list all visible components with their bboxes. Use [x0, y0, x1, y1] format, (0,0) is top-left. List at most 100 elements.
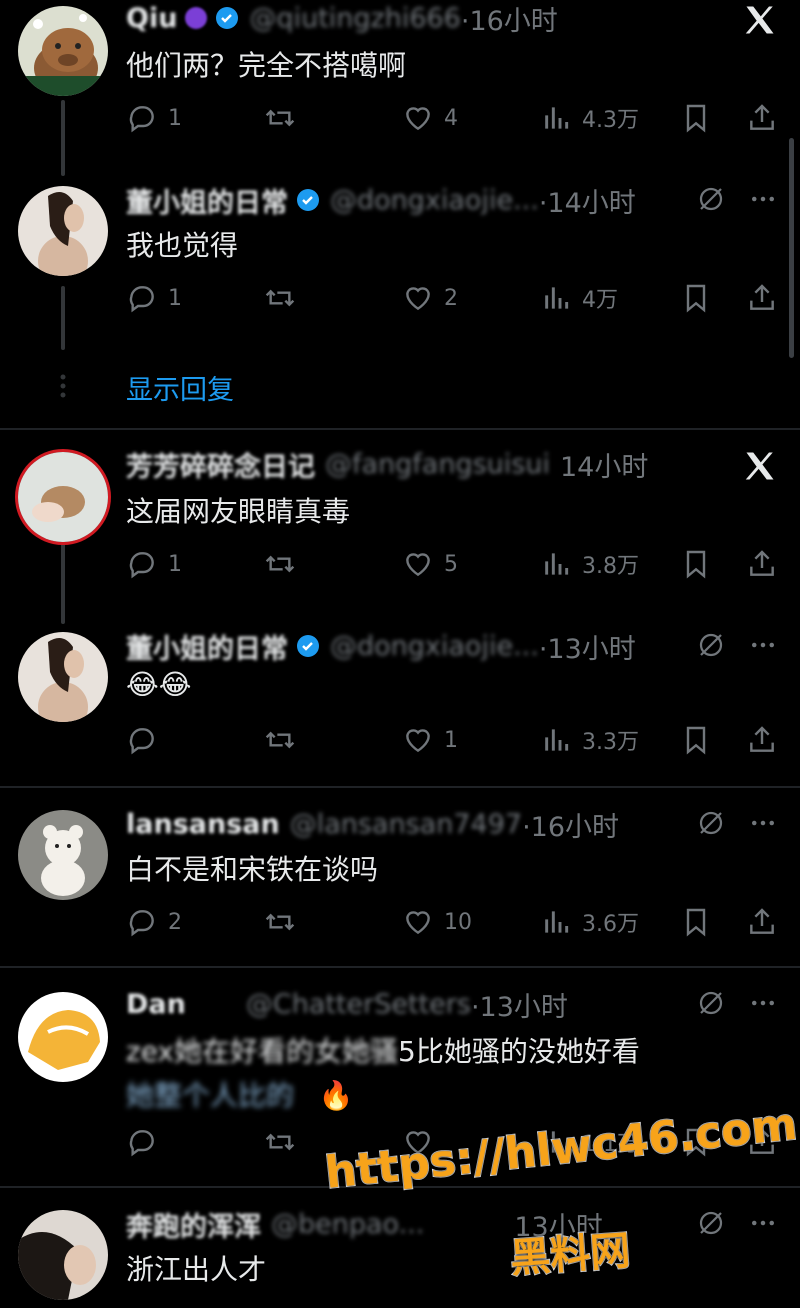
views-button[interactable]: 4.3万 [540, 98, 639, 138]
show-replies-link[interactable]: 显示回复 [126, 368, 234, 407]
bookmark-button[interactable] [680, 98, 712, 138]
bookmark-button[interactable] [680, 278, 712, 318]
heart-icon [406, 287, 430, 311]
analytics-icon [545, 107, 569, 129]
bookmark-button[interactable] [680, 544, 712, 584]
reply-button[interactable]: 1 [126, 278, 182, 318]
heart-icon [406, 553, 430, 577]
like-count: 4 [444, 105, 458, 131]
grok-icon[interactable] [696, 630, 726, 660]
views-button[interactable]: 3.3万 [540, 720, 639, 760]
bookmark-icon [686, 908, 706, 937]
reply-button[interactable]: 2 [126, 902, 182, 942]
heart-icon [406, 911, 430, 935]
like-button[interactable]: 4 [402, 98, 458, 138]
tweet-corner [696, 184, 778, 214]
timestamp[interactable]: 14小时 [560, 445, 648, 484]
timestamp[interactable]: ·16小时 [461, 0, 558, 38]
reply-count: 1 [168, 285, 182, 311]
grok-icon[interactable] [696, 184, 726, 214]
tweet-corner [696, 1208, 778, 1238]
like-button[interactable]: 10 [402, 902, 472, 942]
user-handle[interactable]: @ChatterSetters [246, 989, 471, 1020]
share-button[interactable] [746, 720, 778, 760]
tweet-corner [742, 448, 778, 484]
display-name[interactable]: Qiu [126, 3, 177, 34]
retweet-button[interactable] [264, 720, 296, 760]
fire-emoji: 🔥 [318, 1079, 354, 1112]
retweet-button[interactable] [264, 278, 296, 318]
reply-icon [129, 910, 154, 937]
tweet-actions: 2 10 3.6万 [126, 902, 786, 942]
user-handle[interactable]: @fangfangsuisui [325, 449, 550, 480]
avatar[interactable] [18, 6, 108, 96]
retweet-button[interactable] [264, 98, 296, 138]
avatar[interactable] [18, 1210, 108, 1300]
retweet-button[interactable] [264, 902, 296, 942]
like-count: 1 [444, 727, 458, 753]
display-name[interactable]: Dan [126, 989, 186, 1020]
like-button[interactable]: 1 [402, 720, 458, 760]
like-button[interactable]: 5 [402, 544, 458, 584]
user-handle[interactable]: @qiutingzhi666 [249, 3, 460, 34]
divider [0, 428, 800, 430]
reply-button[interactable]: 1 [126, 98, 182, 138]
retweet-icon [265, 109, 295, 127]
timestamp[interactable]: ·16小时 [522, 805, 619, 844]
grok-icon[interactable] [696, 988, 726, 1018]
user-handle[interactable]: @dongxiaojie... [330, 185, 539, 216]
more-icon[interactable] [748, 1208, 778, 1238]
bookmark-icon [686, 284, 706, 313]
share-button[interactable] [746, 278, 778, 318]
views-button[interactable]: 3.6万 [540, 902, 639, 942]
bookmark-button[interactable] [680, 720, 712, 760]
grok-icon[interactable] [696, 808, 726, 838]
grok-icon[interactable] [696, 1208, 726, 1238]
tweet-actions: 1 2 4万 [126, 278, 786, 318]
more-icon[interactable] [748, 988, 778, 1018]
avatar[interactable] [18, 810, 108, 900]
avatar[interactable] [18, 452, 108, 542]
share-button[interactable] [746, 902, 778, 942]
more-icon[interactable] [748, 808, 778, 838]
share-button[interactable] [746, 98, 778, 138]
display-name[interactable]: 董小姐的日常 [126, 181, 288, 220]
divider [0, 786, 800, 788]
bookmark-button[interactable] [680, 902, 712, 942]
verified-badge-icon [216, 7, 239, 29]
analytics-icon [545, 911, 569, 933]
user-handle[interactable]: @benpao... [271, 1209, 424, 1240]
avatar[interactable] [18, 992, 108, 1082]
reply-button[interactable] [126, 1122, 168, 1162]
reply-button[interactable]: 1 [126, 544, 182, 584]
avatar[interactable] [18, 632, 108, 722]
timestamp[interactable]: ·13小时 [539, 627, 636, 666]
timestamp[interactable]: ·14小时 [539, 181, 636, 220]
user-handle[interactable]: @lansansan7497 [290, 809, 522, 840]
watermark-sub: 黑料网 [508, 1227, 633, 1283]
display-name[interactable]: 董小姐的日常 [126, 627, 288, 666]
bookmark-icon [686, 104, 706, 133]
display-name[interactable]: 奔跑的浑浑 [126, 1205, 261, 1244]
tweet-text-line2: 她整个人比的 🔥 [126, 1074, 354, 1114]
thread-line [61, 286, 65, 350]
display-name[interactable]: 芳芳碎碎念日记 [126, 445, 315, 484]
views-button[interactable]: 4万 [540, 278, 618, 318]
retweet-button[interactable] [264, 544, 296, 584]
more-icon[interactable] [748, 630, 778, 660]
reply-button[interactable] [126, 720, 168, 760]
views-button[interactable]: 3.8万 [540, 544, 639, 584]
reply-icon [129, 106, 154, 133]
share-button[interactable] [746, 544, 778, 584]
x-logo-icon [745, 6, 774, 34]
retweet-icon [265, 913, 295, 931]
avatar[interactable] [18, 186, 108, 276]
user-handle[interactable]: @dongxiaojie... [330, 631, 539, 662]
more-icon[interactable] [748, 184, 778, 214]
display-name[interactable]: lansansan [126, 809, 280, 840]
retweet-button[interactable] [264, 1122, 296, 1162]
scrollbar[interactable] [789, 138, 794, 358]
thread-dots-icon [60, 374, 66, 398]
timestamp[interactable]: ·13小时 [471, 985, 568, 1024]
like-button[interactable]: 2 [402, 278, 458, 318]
